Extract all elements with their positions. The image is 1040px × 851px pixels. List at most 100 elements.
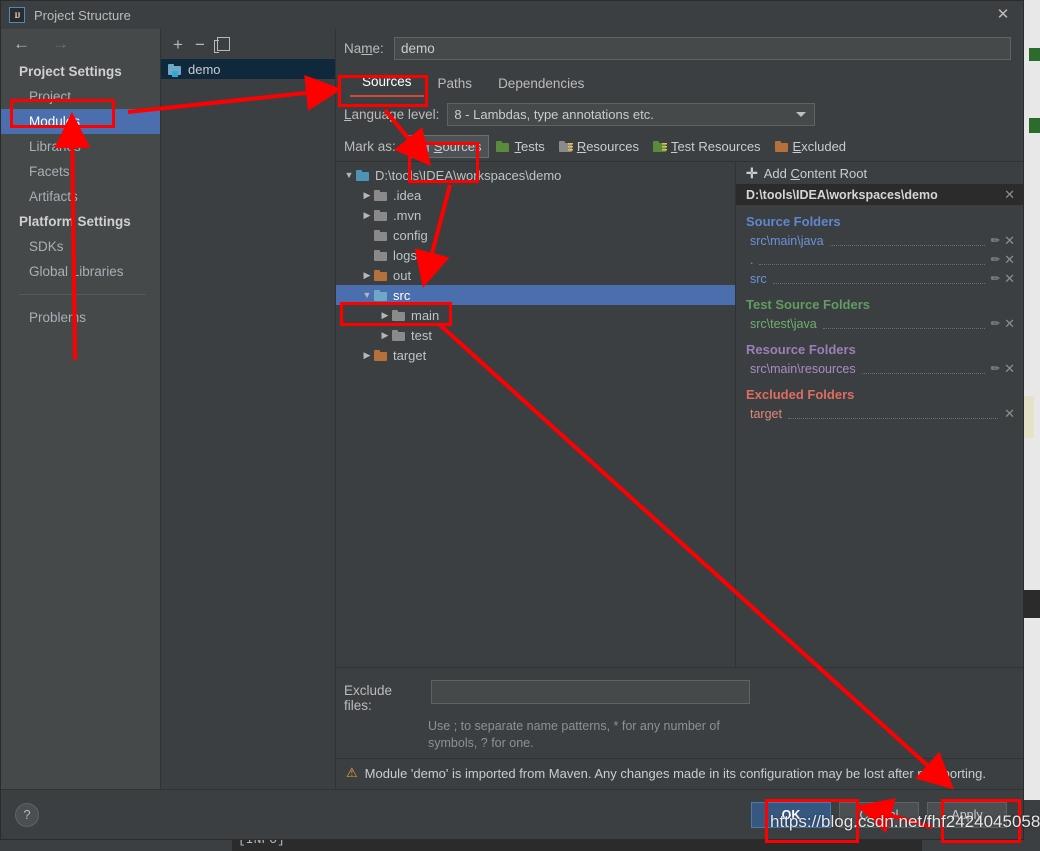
- arrow-left-icon[interactable]: ←: [13, 34, 30, 54]
- project-structure-dialog: IJ Project Structure ✕ ← → Project Setti…: [0, 0, 1024, 840]
- mark-as-test-resources-button[interactable]: Test Resources: [646, 136, 768, 157]
- warning-triangle-icon: ⚠: [346, 765, 358, 780]
- blue-folder-icon: [374, 289, 387, 301]
- apply-button[interactable]: Apply: [927, 801, 1007, 828]
- mark-as-excluded-button[interactable]: Excluded: [768, 136, 853, 157]
- ok-button[interactable]: OK: [751, 801, 831, 828]
- section-resource-folders: Resource Folders: [746, 342, 856, 357]
- settings-sidebar: ← → Project Settings Project Modules Lib…: [1, 29, 161, 789]
- sidebar-item-project[interactable]: Project: [1, 84, 160, 109]
- ide-code-fragment-a: [1029, 48, 1040, 61]
- tree-row[interactable]: ▶ .mvn: [336, 205, 735, 225]
- tree-row[interactable]: ▶ .idea: [336, 185, 735, 205]
- tree-label: src: [393, 287, 411, 303]
- folder-entry: src\test\java ✎ ✕: [736, 314, 1023, 333]
- sidebar-item-modules[interactable]: Modules: [1, 109, 160, 134]
- orange-folder-icon: [374, 349, 387, 361]
- module-name-label: demo: [188, 61, 221, 77]
- close-icon[interactable]: ✕: [1004, 188, 1015, 201]
- chevron-collapsed-icon[interactable]: ▶: [360, 350, 374, 361]
- chevron-collapsed-icon[interactable]: ▶: [360, 190, 374, 201]
- folder-entry: src\main\resources ✎ ✕: [736, 359, 1023, 378]
- tab-dependencies[interactable]: Dependencies: [486, 72, 596, 97]
- green-resource-folder-icon: [652, 140, 667, 152]
- dotted-rule: [772, 274, 985, 284]
- pencil-icon[interactable]: ✎: [988, 316, 1003, 331]
- mark-as-resources-button[interactable]: Resources: [552, 136, 646, 157]
- module-name-input[interactable]: [394, 36, 1011, 60]
- close-icon[interactable]: ✕: [1004, 362, 1015, 375]
- question-mark-icon[interactable]: ?: [15, 802, 39, 827]
- language-level-value: 8 - Lambdas, type annotations etc.: [454, 106, 654, 122]
- chevron-collapsed-icon[interactable]: ▶: [378, 330, 392, 341]
- module-list-item-demo[interactable]: demo: [161, 59, 335, 79]
- dotted-rule: [829, 236, 985, 246]
- module-name-row: Name:: [336, 29, 1023, 67]
- chevron-expanded-icon[interactable]: ▼: [342, 170, 356, 180]
- tree-row[interactable]: ▶ main: [336, 305, 735, 325]
- plus-icon[interactable]: +: [173, 36, 183, 53]
- copy-icon[interactable]: [213, 37, 230, 53]
- sidebar-divider: [19, 294, 146, 295]
- exclude-files-hint: Use ; to separate name patterns, * for a…: [428, 719, 720, 751]
- arrow-right-icon[interactable]: →: [52, 34, 69, 54]
- sources-split: ▼ D:\tools\IDEA\workspaces\demo ▶ .idea …: [336, 161, 1023, 668]
- mark-as-resources-label: Resources: [576, 138, 639, 154]
- language-level-label: Language level:: [344, 106, 440, 122]
- folder-entry: target ✕: [736, 404, 1023, 423]
- tree-label: out: [393, 267, 412, 283]
- exclude-files-input[interactable]: [431, 680, 750, 705]
- content-root-path: D:\tools\IDEA\workspaces\demo: [746, 187, 938, 202]
- sidebar-item-artifacts[interactable]: Artifacts: [1, 184, 160, 209]
- tree-row[interactable]: ▶ out: [336, 265, 735, 285]
- sidebar-item-global-libraries[interactable]: Global Libraries: [1, 259, 160, 284]
- folder-path: src\main\java: [750, 233, 824, 248]
- folder-entry: . ✎ ✕: [736, 250, 1023, 269]
- grey-folder-icon: [374, 189, 387, 201]
- tab-paths[interactable]: Paths: [426, 72, 485, 97]
- tree-row[interactable]: ▼ D:\tools\IDEA\workspaces\demo: [336, 165, 735, 185]
- tree-row[interactable]: ▶ test: [336, 325, 735, 345]
- exclude-files-section: Exclude files: Use ; to separate name pa…: [336, 667, 1023, 758]
- sidebar-item-problems[interactable]: Problems: [1, 305, 160, 330]
- close-icon[interactable]: ✕: [1004, 317, 1015, 330]
- sidebar-item-facets[interactable]: Facets: [1, 159, 160, 184]
- tab-sources[interactable]: Sources: [350, 70, 424, 97]
- folder-entry: src\main\java ✎ ✕: [736, 231, 1023, 250]
- cancel-button[interactable]: Cancel: [839, 801, 919, 828]
- tree-row[interactable]: config: [336, 225, 735, 245]
- pencil-icon[interactable]: ✎: [988, 271, 1003, 286]
- section-source-folders: Source Folders: [746, 214, 841, 229]
- close-icon[interactable]: ✕: [1004, 253, 1015, 266]
- add-content-root-label: Add Content Root: [763, 165, 868, 181]
- tree-row-src[interactable]: ▼ src: [336, 285, 735, 305]
- footer-buttons: OK Cancel Apply: [751, 801, 1007, 828]
- minus-icon[interactable]: −: [195, 36, 205, 53]
- close-icon[interactable]: ✕: [1004, 234, 1015, 247]
- tree-row[interactable]: logs: [336, 245, 735, 265]
- language-level-select[interactable]: 8 - Lambdas, type annotations etc.: [447, 102, 816, 126]
- add-content-root-button[interactable]: ✛ Add Content Root: [736, 162, 1023, 184]
- close-icon[interactable]: ✕: [1004, 407, 1015, 420]
- module-folder-icon: [168, 63, 181, 77]
- pencil-icon[interactable]: ✎: [988, 361, 1003, 376]
- sidebar-item-libraries[interactable]: Libraries: [1, 134, 160, 159]
- chevron-expanded-icon[interactable]: ▼: [360, 290, 374, 300]
- mark-as-sources-button[interactable]: Sources: [407, 134, 490, 158]
- orange-folder-icon: [774, 140, 788, 152]
- teal-folder-icon: [356, 169, 369, 181]
- chevron-collapsed-icon[interactable]: ▶: [378, 310, 392, 321]
- tree-row[interactable]: ▶ target: [336, 345, 735, 365]
- chevron-collapsed-icon[interactable]: ▶: [360, 210, 374, 221]
- chevron-collapsed-icon[interactable]: ▶: [360, 270, 374, 281]
- pencil-icon[interactable]: ✎: [988, 252, 1003, 267]
- dialog-footer: ? OK Cancel Apply: [1, 789, 1023, 839]
- grey-folder-icon: [392, 309, 405, 321]
- mark-as-tests-button[interactable]: Tests: [489, 136, 551, 157]
- sidebar-item-sdks[interactable]: SDKs: [1, 234, 160, 259]
- close-icon[interactable]: ✕: [995, 7, 1011, 23]
- close-icon[interactable]: ✕: [1004, 272, 1015, 285]
- sidebar-nav: ← →: [1, 29, 160, 59]
- maven-warning: ⚠ Module 'demo' is imported from Maven. …: [336, 758, 1023, 789]
- pencil-icon[interactable]: ✎: [988, 233, 1003, 248]
